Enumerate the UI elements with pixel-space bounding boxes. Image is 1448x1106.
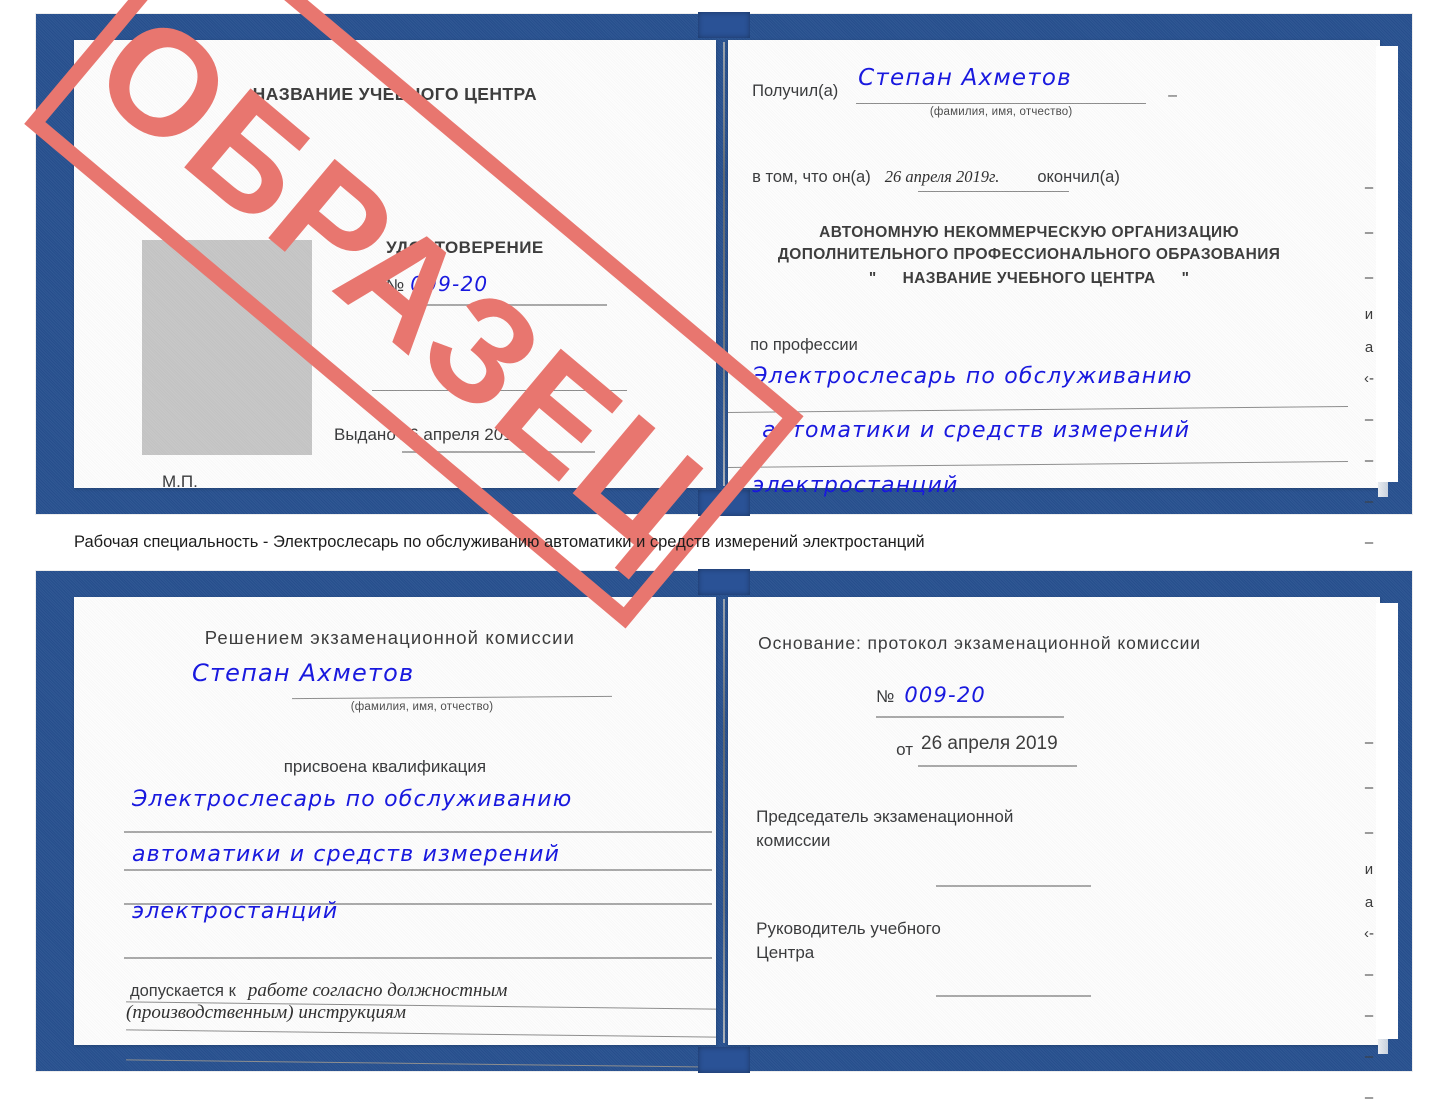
qualification-rule-1 (124, 831, 712, 833)
ghost-char: и (1364, 861, 1374, 878)
profession-rule-1 (728, 406, 1349, 413)
profession-label: по профессии (750, 336, 858, 354)
head-signature-rule (936, 995, 1092, 997)
recipient-dash: – (1168, 87, 1178, 104)
protocol-number-rule (876, 716, 1065, 718)
graduate-name-rule (292, 695, 612, 700)
qualification-rule-4 (124, 957, 712, 959)
organisation-line-2: ДОПОЛНИТЕЛЬНОГО ПРОФЕССИОНАЛЬНОГО ОБРАЗО… (777, 246, 1281, 263)
qualification-label: присвоена квалификация (283, 757, 487, 776)
protocol-date-rule (918, 765, 1078, 767)
seal-place-label: М.П. (162, 472, 198, 491)
ghost-char: – (1364, 224, 1374, 241)
bottom-certificate-left-page: Решением экзаменационной комиссии Степан… (74, 597, 716, 1068)
ghost-char: – (1364, 1007, 1374, 1024)
bottom-certificate-right-page: Основание: протокол экзаменационной коми… (728, 597, 1398, 1105)
that-he-label: в том, что он(а) (752, 168, 871, 186)
profession-value-line-2: автоматики и средств измерений (762, 418, 1191, 443)
recipient-name-rule (856, 103, 1147, 104)
ghost-char: – (1364, 1089, 1374, 1106)
number-label: № (386, 276, 405, 295)
finish-date-value: 26 апреля 2019г. (884, 167, 1000, 186)
fio-hint: (фамилия, имя, отчество) (350, 701, 494, 713)
edge-ghost-chars-top: – – – и а ‹- – – – – (1356, 180, 1382, 550)
graduate-name-value: Степан Ахметов (192, 659, 415, 687)
admitted-value-line-1: работе согласно должностным (247, 980, 508, 1001)
certificate-number-value: 009-20 (410, 272, 489, 296)
book-gutter-top (723, 42, 725, 486)
spine-tab-bottom (698, 1047, 750, 1073)
ghost-char: – (1364, 1048, 1374, 1065)
certificate-book-top: НАЗВАНИЕ УЧЕБНОГО ЦЕНТРА УДОСТОВЕРЕНИЕ №… (36, 12, 1412, 550)
top-certificate-right-page: Получил(а) Степан Ахметов (фамилия, имя,… (728, 40, 1398, 550)
qualification-value-line-2: автоматики и средств измерений (132, 842, 561, 867)
spine-tab-top (698, 569, 750, 595)
ghost-char: – (1364, 269, 1374, 286)
spine-tab-top (698, 12, 750, 38)
organisation-line-3: НАЗВАНИЕ УЧЕБНОГО ЦЕНТРА (902, 270, 1156, 287)
chairman-label-line-2: комиссии (756, 831, 831, 850)
issued-date-value: 26 апреля 2019 (399, 425, 523, 444)
certificate-book-bottom: Решением экзаменационной комиссии Степан… (36, 569, 1412, 1105)
protocol-number-label: № (876, 687, 895, 706)
ghost-char: – (1364, 411, 1374, 428)
admitted-label: допускается к (130, 982, 236, 1000)
admitted-rule-2 (126, 1029, 716, 1038)
ghost-char: – (1364, 966, 1374, 983)
basis-label: Основание: протокол экзаменационной коми… (758, 633, 1201, 653)
finished-label: окончил(а) (1037, 168, 1120, 186)
ghost-char: – (1364, 493, 1374, 510)
ghost-char: – (1364, 779, 1374, 796)
ghost-char: ‹- (1364, 370, 1374, 387)
recipient-name-value: Степан Ахметов (858, 65, 1072, 91)
ghost-char: – (1364, 824, 1374, 841)
ghost-char: – (1364, 534, 1374, 551)
organisation-quote-close: " (1181, 270, 1190, 287)
ghost-char: – (1364, 734, 1374, 751)
blank-rule-middle (372, 390, 627, 391)
ghost-char: а (1364, 894, 1374, 911)
issued-rule (402, 451, 595, 453)
caption-text: Рабочая специальность - Электрослесарь п… (74, 533, 925, 551)
organisation-line-1: АВТОНОМНУЮ НЕКОММЕРЧЕСКУЮ ОРГАНИЗАЦИЮ (819, 224, 1239, 241)
chairman-signature-rule (936, 885, 1092, 887)
organisation-quote-open: " (868, 270, 877, 287)
spine-tab-bottom (698, 490, 750, 516)
profession-value-line-1: Электрослесарь по обслуживанию (752, 364, 1193, 389)
document-title-udostoverenie: УДОСТОВЕРЕНИЕ (386, 238, 544, 257)
ghost-char: а (1364, 339, 1374, 356)
issued-label: Выдано (334, 425, 396, 444)
profession-value-line-3: электростанций (752, 473, 959, 498)
head-label-line-1: Руководитель учебного (756, 919, 941, 938)
protocol-date-label: от (896, 740, 913, 759)
edge-ghost-chars-bottom: – – – и а ‹- – – – – (1356, 735, 1382, 1105)
number-rule (392, 304, 607, 306)
head-label-line-2: Центра (756, 943, 815, 962)
admitted-rule-3 (126, 1059, 716, 1068)
ghost-char: ‹- (1364, 925, 1374, 942)
qualification-value-line-3: электростанций (132, 899, 339, 924)
book-gutter-bottom (723, 599, 725, 1043)
received-label: Получил(а) (752, 82, 839, 100)
photo-placeholder (142, 240, 312, 455)
qualification-rule-2 (124, 869, 712, 871)
qualification-value-line-1: Электрослесарь по обслуживанию (132, 787, 573, 812)
ghost-char: – (1364, 452, 1374, 469)
profession-rule-2 (728, 461, 1349, 468)
ghost-char: – (1364, 179, 1374, 196)
chairman-label-line-1: Председатель экзаменационной (756, 807, 1014, 826)
fio-hint: (фамилия, имя, отчество) (929, 106, 1073, 118)
ghost-char: и (1364, 306, 1374, 323)
protocol-date-value: 26 апреля 2019 (921, 733, 1058, 754)
training-center-name: НАЗВАНИЕ УЧЕБНОГО ЦЕНТРА (252, 84, 538, 104)
commission-decision-heading: Решением экзаменационной комиссии (204, 627, 575, 648)
top-certificate-left-page: НАЗВАНИЕ УЧЕБНОГО ЦЕНТРА УДОСТОВЕРЕНИЕ №… (74, 40, 716, 491)
finish-date-rule (918, 191, 1070, 192)
protocol-number-value: 009-20 (904, 683, 986, 707)
